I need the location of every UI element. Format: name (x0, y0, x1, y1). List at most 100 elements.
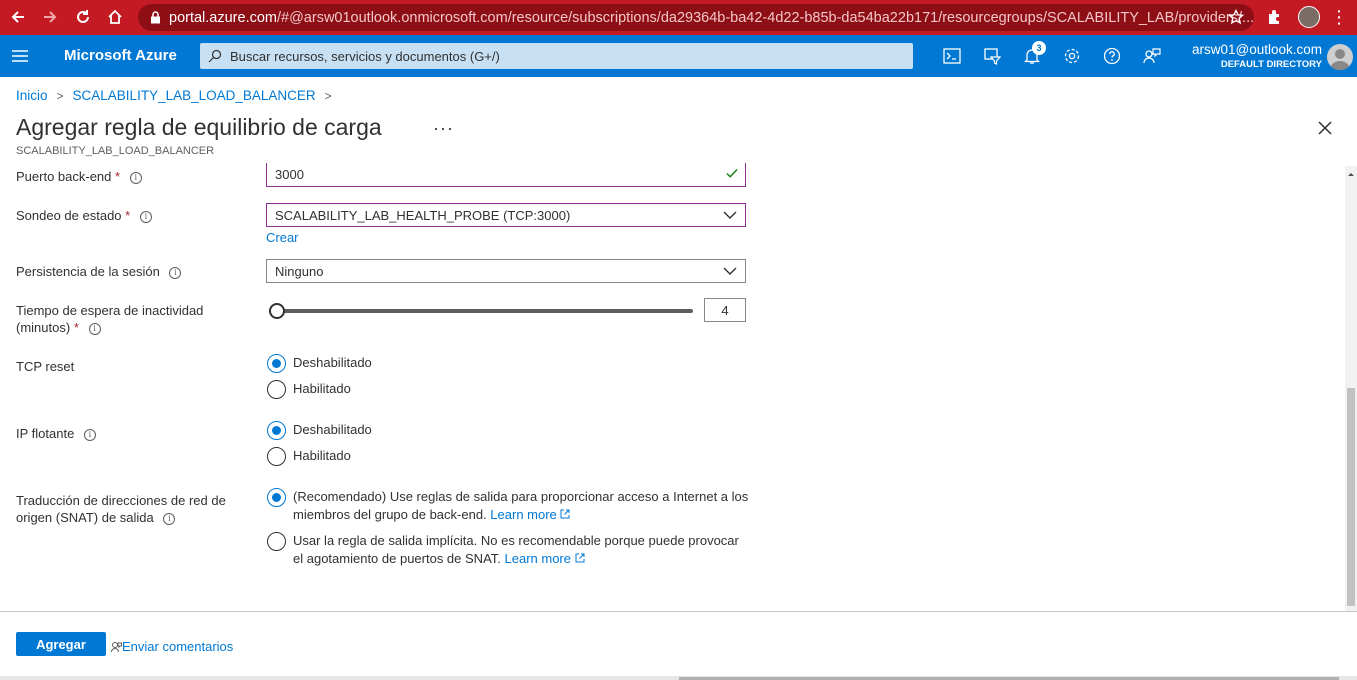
settings-gear-icon[interactable] (1052, 35, 1092, 77)
tcp-reset-disabled-label[interactable]: Deshabilitado (293, 354, 372, 372)
breadcrumb-home[interactable]: Inicio (16, 88, 48, 103)
floating-ip-disabled-label[interactable]: Deshabilitado (293, 421, 372, 439)
chevron-right-icon: > (56, 88, 64, 103)
address-bar[interactable]: portal.azure.com/#@arsw01outlook.onmicro… (138, 4, 1254, 31)
backend-port-label-text: Puerto back-end (16, 169, 112, 184)
snat-option1-line1: (Recomendado) Use reglas de salida para … (293, 489, 749, 504)
notifications-badge: 3 (1032, 41, 1046, 55)
send-feedback-text: Enviar comentarios (122, 639, 234, 654)
reload-icon[interactable] (72, 6, 94, 28)
info-icon[interactable]: i (88, 322, 101, 335)
tcp-reset-label: TCP reset (16, 359, 75, 374)
footer-divider (0, 611, 1357, 612)
help-question-icon[interactable] (1092, 35, 1132, 77)
idle-timeout-label-line2: (minutos) (16, 320, 71, 335)
breadcrumb-load-balancer[interactable]: SCALABILITY_LAB_LOAD_BALANCER (73, 88, 316, 103)
idle-timeout-slider-track[interactable] (276, 309, 693, 313)
info-icon[interactable]: i (129, 171, 142, 184)
scroll-up-arrow-icon[interactable] (1345, 169, 1357, 179)
info-icon[interactable]: i (169, 266, 182, 279)
info-icon[interactable]: i (83, 428, 96, 441)
idle-timeout-label: Tiempo de espera de inactividad (minutos… (16, 302, 203, 336)
account-menu[interactable]: arsw01@outlook.com DEFAULT DIRECTORY (1192, 42, 1322, 70)
tcp-reset-disabled-radio[interactable] (267, 354, 286, 373)
create-health-probe-link[interactable]: Crear (266, 230, 299, 245)
external-link-icon (575, 553, 585, 563)
browser-menu-icon[interactable]: ⋮ (1330, 8, 1348, 26)
required-asterisk: * (73, 320, 79, 335)
health-probe-select[interactable]: SCALABILITY_LAB_HEALTH_PROBE (TCP:3000) (266, 203, 746, 227)
back-arrow-icon[interactable] (7, 6, 29, 28)
account-email: arsw01@outlook.com (1191, 42, 1322, 57)
extensions-puzzle-icon[interactable] (1266, 8, 1284, 29)
url-path: /#@arsw01outlook.onmicrosoft.com/resourc… (277, 9, 1254, 26)
idle-timeout-slider-thumb[interactable] (269, 303, 285, 319)
send-feedback-link[interactable]: Enviar comentarios (111, 639, 233, 654)
health-probe-label: Sondeo de estado * i (16, 207, 152, 224)
feedback-person-icon[interactable] (1132, 35, 1172, 77)
forward-arrow-icon[interactable] (39, 6, 61, 28)
breadcrumb: Inicio > SCALABILITY_LAB_LOAD_BALANCER > (16, 88, 341, 103)
search-icon (208, 49, 222, 63)
snat-implicit-rule-radio[interactable] (267, 532, 286, 551)
floating-ip-label: IP flotante i (16, 425, 96, 442)
tcp-reset-enabled-label[interactable]: Habilitado (293, 380, 351, 398)
backend-port-label: Puerto back-end * i (16, 168, 142, 185)
bookmark-star-icon[interactable] (1227, 8, 1245, 29)
chevron-down-icon (723, 211, 737, 219)
learn-more-link[interactable]: Learn more (490, 507, 570, 522)
directory-filter-icon[interactable] (972, 35, 1012, 77)
account-directory: DEFAULT DIRECTORY (1220, 59, 1322, 70)
floating-ip-label-text: IP flotante (16, 426, 75, 441)
azure-top-bar: Microsoft Azure Buscar recursos, servici… (0, 35, 1357, 77)
snat-outbound-rules-label[interactable]: (Recomendado) Use reglas de salida para … (293, 488, 748, 524)
health-probe-value: SCALABILITY_LAB_HEALTH_PROBE (TCP:3000) (275, 207, 571, 223)
info-icon[interactable]: i (163, 512, 176, 525)
session-persistence-value: Ninguno (275, 263, 324, 279)
add-button[interactable]: Agregar (16, 632, 106, 656)
account-avatar[interactable] (1327, 44, 1353, 70)
required-asterisk: * (125, 208, 131, 223)
page-title: Agregar regla de equilibrio de carga (16, 114, 382, 140)
close-icon[interactable] (1316, 119, 1334, 137)
lock-icon (150, 11, 161, 24)
hamburger-menu-icon[interactable] (11, 47, 29, 65)
session-persistence-select[interactable]: Ninguno (266, 259, 746, 283)
home-icon[interactable] (104, 6, 126, 28)
snat-label-line2: origen (SNAT) de salida (16, 510, 154, 525)
idle-timeout-number-input[interactable]: 4 (704, 298, 746, 322)
floating-ip-enabled-radio[interactable] (267, 447, 286, 466)
url-host: portal.azure.com (169, 9, 277, 26)
external-link-icon (560, 509, 570, 519)
snat-label-line1: Traducción de direcciones de red de (16, 493, 226, 508)
browser-profile-avatar[interactable] (1298, 6, 1320, 28)
cloud-shell-icon[interactable] (932, 35, 972, 77)
chevron-down-icon (723, 267, 737, 275)
tcp-reset-enabled-radio[interactable] (267, 380, 286, 399)
snat-implicit-rule-label[interactable]: Usar la regla de salida implícita. No es… (293, 532, 739, 568)
required-asterisk: * (115, 169, 121, 184)
backend-port-input[interactable]: 3000 (266, 163, 746, 187)
snat-option2-line1: Usar la regla de salida implícita. No es… (293, 533, 739, 548)
learn-more-link[interactable]: Learn more (505, 551, 585, 566)
learn-more-text: Learn more (504, 551, 571, 566)
floating-ip-enabled-label[interactable]: Habilitado (293, 447, 351, 465)
portal-brand[interactable]: Microsoft Azure (64, 47, 177, 64)
session-persistence-label: Persistencia de la sesión i (16, 263, 182, 280)
search-placeholder: Buscar recursos, servicios y documentos … (230, 48, 500, 64)
chevron-right-icon: > (324, 88, 332, 103)
feedback-icon (111, 641, 122, 652)
session-persistence-label-text: Persistencia de la sesión (16, 264, 160, 279)
snat-option1-line2: miembros del grupo de back-end. (293, 507, 487, 522)
more-options-button[interactable]: ··· (433, 118, 454, 139)
health-probe-label-text: Sondeo de estado (16, 208, 122, 223)
snat-outbound-rules-radio[interactable] (267, 488, 286, 507)
browser-toolbar: portal.azure.com/#@arsw01outlook.onmicro… (0, 0, 1357, 35)
backend-port-value: 3000 (275, 167, 304, 182)
page-subtitle: SCALABILITY_LAB_LOAD_BALANCER (16, 145, 215, 157)
info-icon[interactable]: i (139, 210, 152, 223)
global-search-input[interactable]: Buscar recursos, servicios y documentos … (200, 43, 913, 69)
notifications-bell-icon[interactable]: 3 (1012, 35, 1052, 77)
floating-ip-disabled-radio[interactable] (267, 421, 286, 440)
scrollbar-thumb[interactable] (1347, 388, 1355, 606)
